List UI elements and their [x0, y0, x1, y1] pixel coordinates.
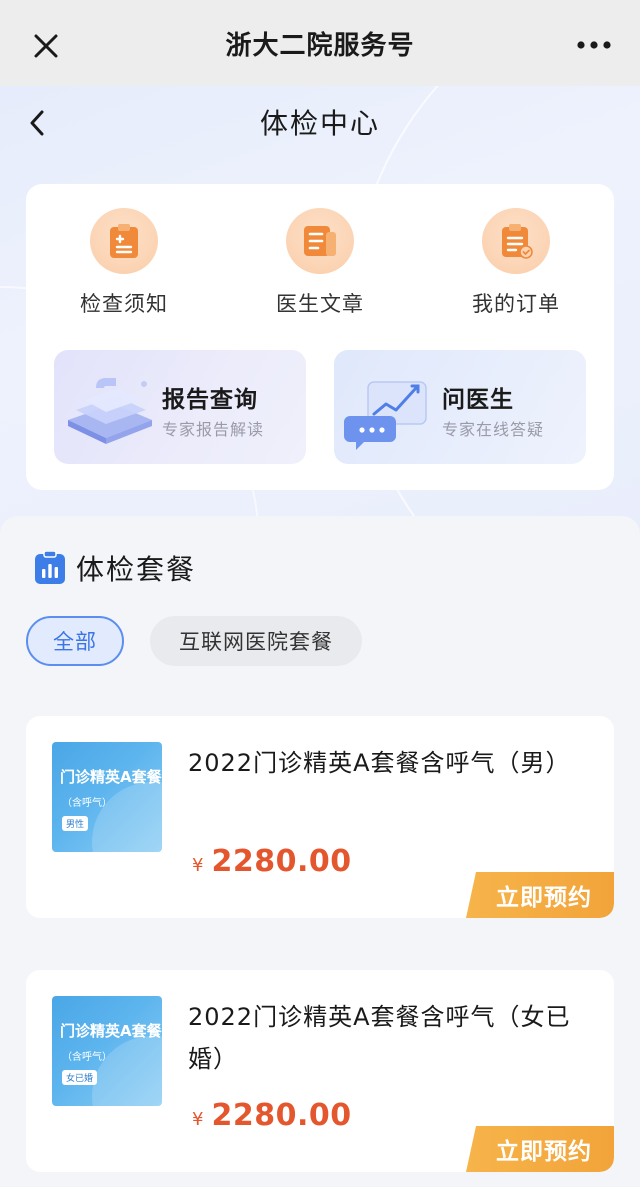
- thumbnail-title: 门诊精英A套餐: [60, 768, 162, 786]
- book-now-button[interactable]: 立即预约: [466, 1126, 614, 1172]
- package-price: ¥ 2280.00: [192, 1098, 352, 1133]
- package-card[interactable]: 门诊精英A套餐 （含呼气） 男性 2022门诊精英A套餐含呼气（男） ¥ 228…: [26, 716, 614, 918]
- icon-circle: [90, 208, 158, 274]
- package-name: 2022门诊精英A套餐含呼气（女已婚）: [188, 1003, 571, 1073]
- tile-title: 问医生: [442, 387, 514, 413]
- price-value: 2280.00: [211, 844, 352, 879]
- quick-entry-exam-notice[interactable]: 检查须知: [34, 208, 214, 318]
- thumbnail-glow: [92, 1036, 162, 1106]
- thumbnail-title: 门诊精英A套餐: [60, 1022, 162, 1040]
- package-thumbnail: 门诊精英A套餐 （含呼气） 女已婚: [52, 996, 162, 1106]
- package-price: ¥ 2280.00: [192, 844, 352, 879]
- thumbnail-glow: [92, 782, 162, 852]
- icon-circle: [286, 208, 354, 274]
- page-title: 体检中心: [259, 107, 380, 140]
- package-name: 2022门诊精英A套餐含呼气（男）: [188, 749, 571, 777]
- nav-bar: 体检中心: [0, 86, 640, 158]
- report-query-tile[interactable]: 报告查询 专家报告解读: [54, 350, 306, 464]
- book-now-button[interactable]: 立即预约: [466, 872, 614, 918]
- tile-subtitle: 专家在线答疑: [442, 420, 545, 439]
- order-check-icon: [502, 224, 533, 259]
- tile-subtitle: 专家报告解读: [162, 420, 265, 439]
- thumbnail-tag: 女已婚: [62, 1070, 98, 1085]
- quick-entry-label: 检查须知: [80, 292, 168, 316]
- service-card: 检查须知 医生文章 我的订单 报告查询 专家报告解读 问医生 专家在线答疑: [26, 184, 614, 490]
- ask-doctor-tile[interactable]: 问医生 专家在线答疑: [334, 350, 586, 464]
- section-header: 体检套餐: [34, 548, 196, 588]
- package-card[interactable]: 门诊精英A套餐 （含呼气） 女已婚 2022门诊精英A套餐含呼气（女已婚） ¥ …: [26, 970, 614, 1172]
- currency-symbol: ¥: [192, 855, 204, 876]
- back-icon[interactable]: [24, 108, 52, 138]
- quick-entry-my-orders[interactable]: 我的订单: [426, 208, 606, 318]
- price-value: 2280.00: [211, 1098, 352, 1133]
- filter-chip-all[interactable]: 全部: [26, 616, 124, 666]
- package-section: 体检套餐 全部 互联网医院套餐 门诊精英A套餐 （含呼气） 男性 2022门诊精…: [0, 516, 640, 1187]
- filter-chip-internet-hospital[interactable]: 互联网医院套餐: [150, 616, 362, 666]
- section-title: 体检套餐: [76, 553, 197, 586]
- thumbnail-subtitle: （含呼气）: [62, 798, 112, 809]
- clipboard-chart-icon: [35, 551, 65, 584]
- quick-entry-label: 医生文章: [276, 292, 364, 316]
- package-thumbnail: 门诊精英A套餐 （含呼气） 男性: [52, 742, 162, 852]
- close-icon[interactable]: [28, 28, 64, 64]
- account-title: 浙大二院服务号: [225, 30, 415, 61]
- top-bar: 浙大二院服务号: [0, 0, 640, 86]
- icon-circle: [482, 208, 550, 274]
- currency-symbol: ¥: [192, 1109, 204, 1130]
- quick-entry-doctor-articles[interactable]: 医生文章: [230, 208, 410, 318]
- chat-chart-icon: [344, 381, 427, 450]
- quick-entry-label: 我的订单: [472, 292, 560, 316]
- thumbnail-tag: 男性: [62, 816, 89, 831]
- document-icon: [304, 226, 336, 256]
- tile-title: 报告查询: [162, 387, 258, 413]
- clipboard-plus-icon: [110, 224, 138, 258]
- thumbnail-subtitle: （含呼气）: [62, 1052, 112, 1063]
- report-stack-icon: [68, 378, 152, 444]
- more-icon[interactable]: [576, 40, 612, 50]
